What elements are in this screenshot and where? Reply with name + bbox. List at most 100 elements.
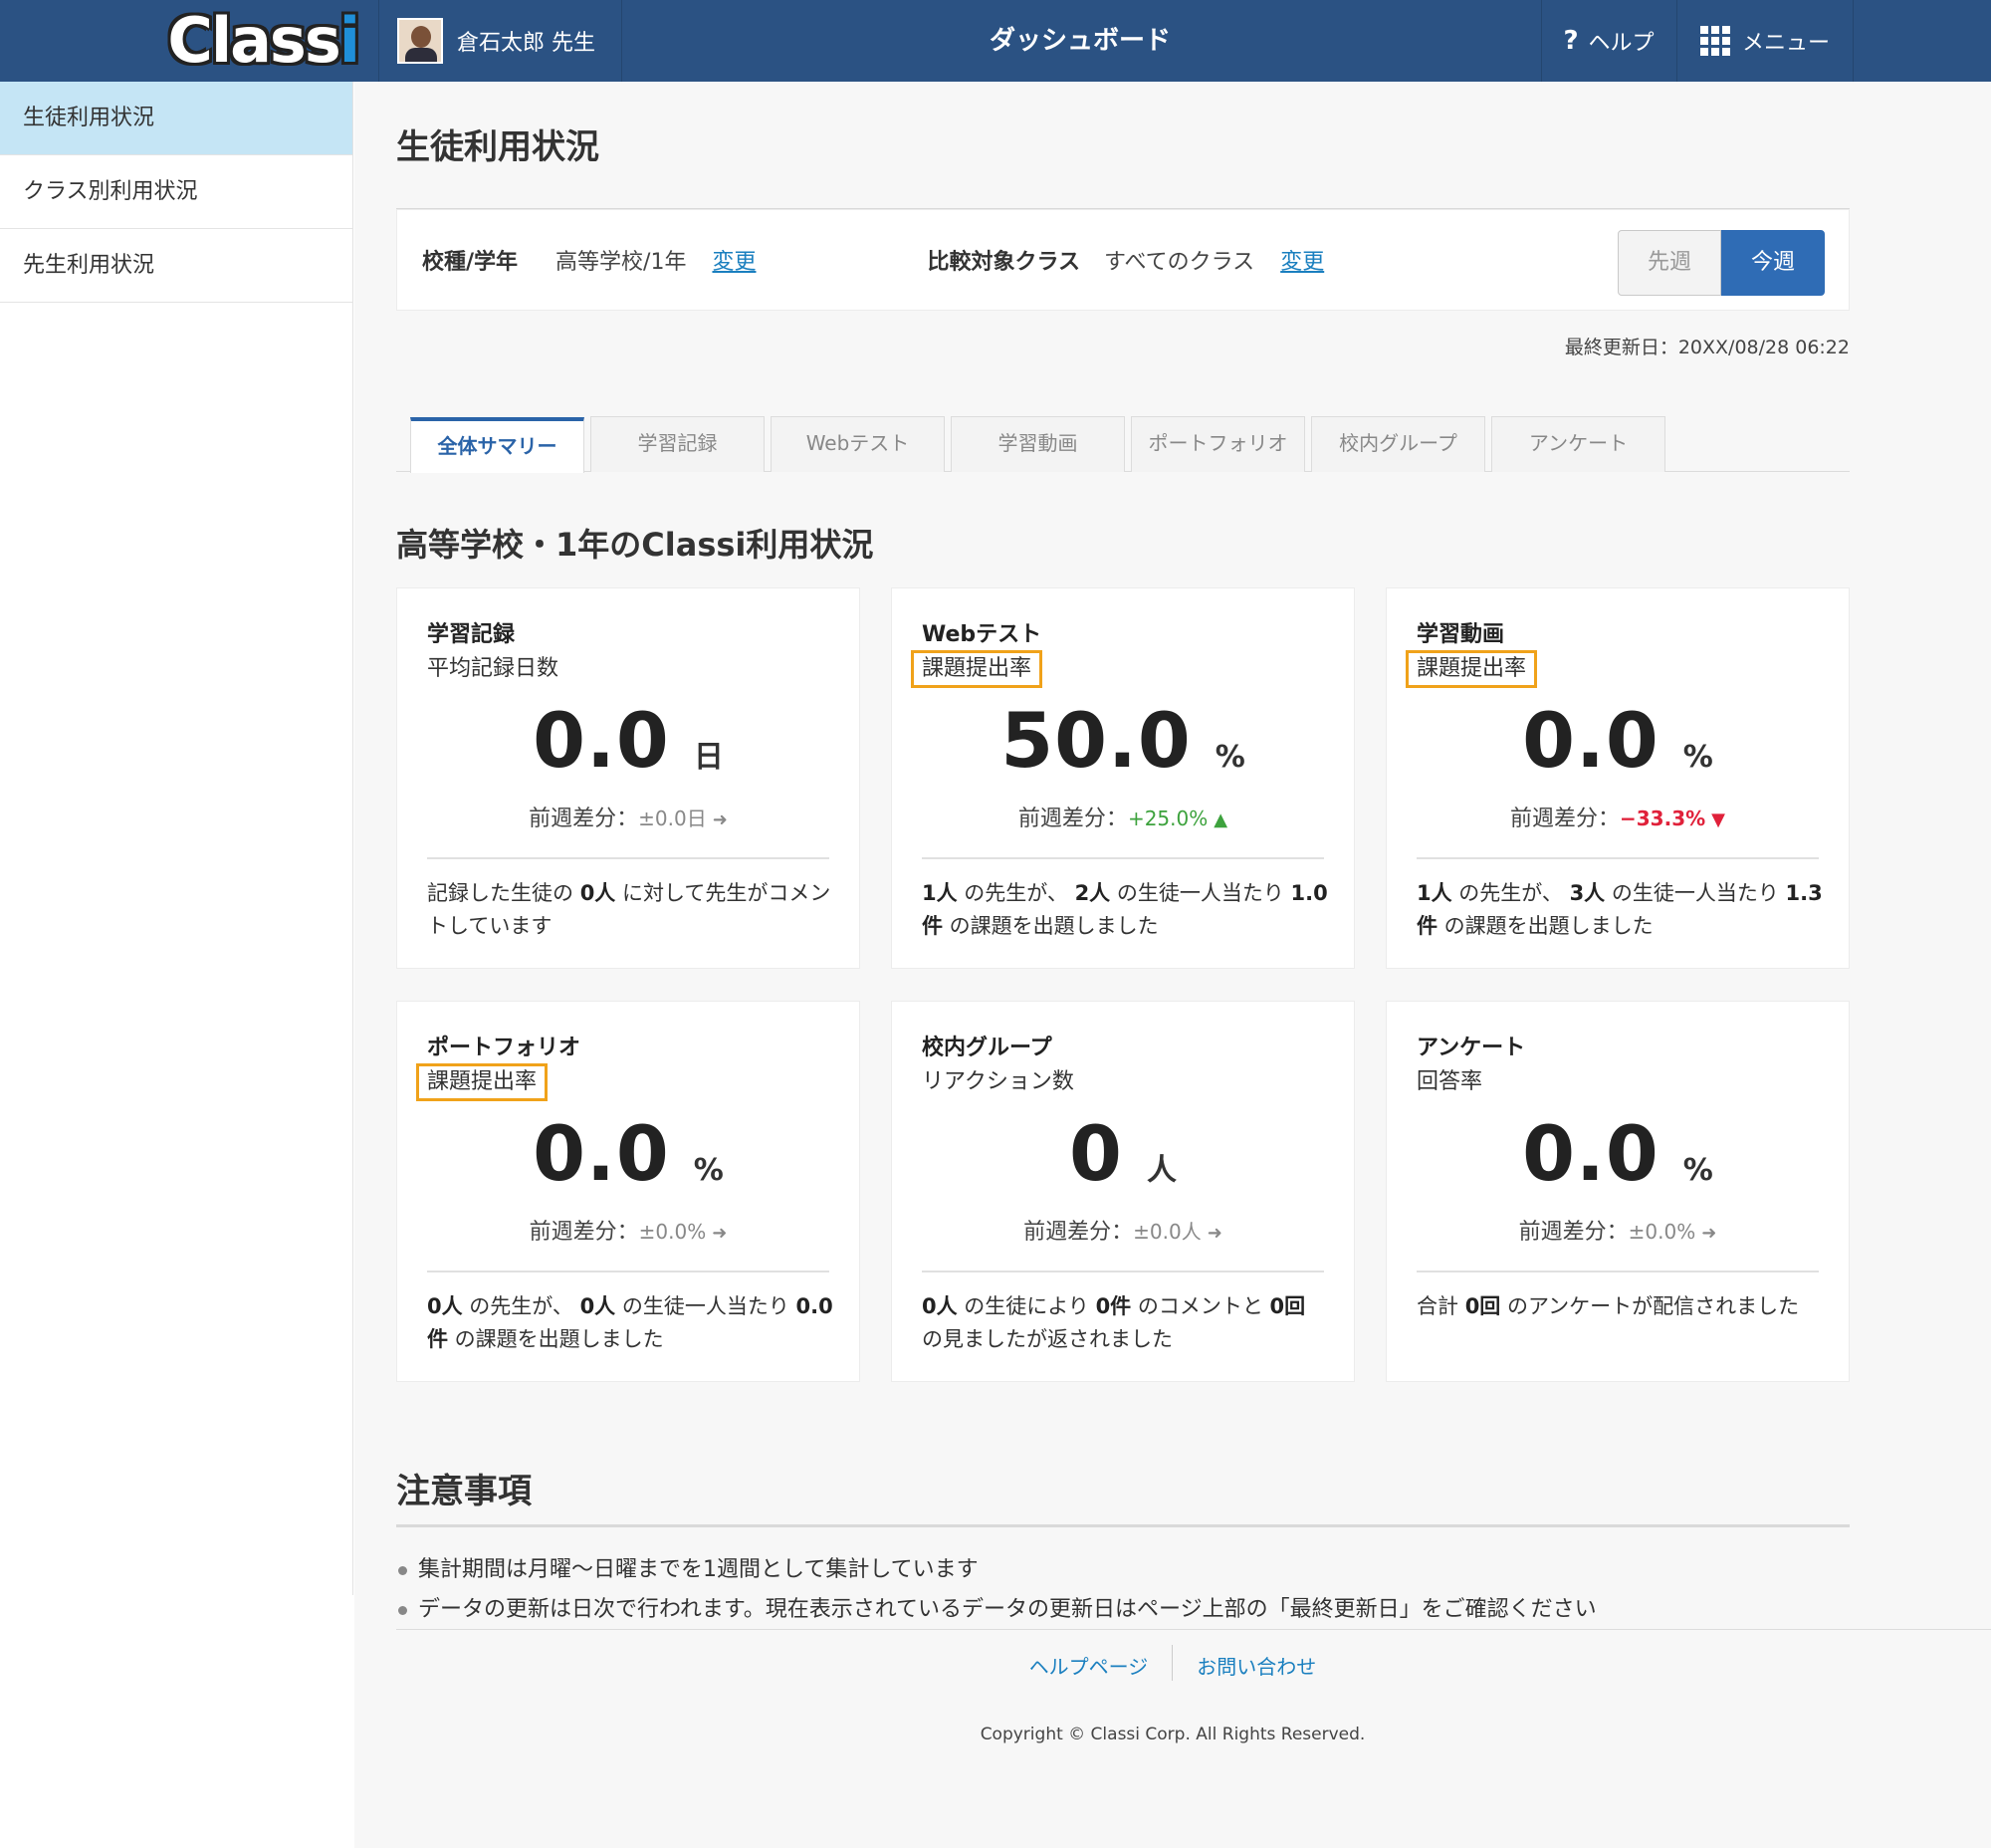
card-school-group: 校内グループ リアクション数 0 人 前週差分：±0.0人 ➜ 0人 の生徒により… — [891, 1001, 1355, 1382]
metric-value: 0.0 — [1522, 1109, 1659, 1198]
grid-icon — [1699, 26, 1730, 56]
card-description: 合計 0回 のアンケートが配信されました — [1417, 1294, 1800, 1318]
tab-study-record[interactable]: 学習記録 — [590, 416, 765, 472]
card-divider — [427, 1270, 829, 1272]
card-metric: 0.0 % — [1387, 696, 1849, 785]
card-subtitle: リアクション数 — [922, 1069, 1074, 1094]
card-title: アンケート — [1417, 1036, 1526, 1060]
card-description: 0人 の生徒により 0件 のコメントと 0回 の見ましたが返されました — [922, 1294, 1306, 1351]
summary-cards: 学習記録 平均記録日数 0.0 日 前週差分：±0.0日 ➜ 記録した生徒の 0人… — [396, 587, 1850, 1382]
prev-week-button[interactable]: 先週 — [1618, 230, 1721, 296]
card-divider — [1417, 1270, 1819, 1272]
this-week-button[interactable]: 今週 — [1721, 230, 1825, 296]
card-subtitle: 課題提出率 — [911, 650, 1043, 688]
card-description: 1人 の先生が、 2人 の生徒一人当たり 1.0件 の課題を出題しました — [922, 881, 1328, 938]
tab-web-test[interactable]: Webテスト — [771, 416, 945, 472]
section-heading-text: 生徒利用状況 — [396, 127, 599, 167]
menu-button[interactable]: メニュー — [1676, 0, 1854, 82]
card-title: 学習記録 — [427, 622, 516, 647]
card-divider — [1417, 857, 1819, 859]
compare-class-value: すべてのクラス — [1104, 250, 1255, 275]
card-subtitle: 課題提出率 — [416, 1063, 549, 1101]
diff-label: 前週差分： — [529, 807, 639, 831]
sidebar-item-class-usage[interactable]: クラス別利用状況 — [0, 155, 352, 229]
diff-label: 前週差分： — [529, 1220, 639, 1245]
tab-bar: 全体サマリー 学習記録 Webテスト 学習動画 ポートフォリオ 校内グループ ア… — [396, 416, 1850, 473]
tab-summary[interactable]: 全体サマリー — [410, 417, 584, 473]
footer-divider — [396, 1629, 1991, 1630]
metric-value: 0 — [1069, 1109, 1123, 1198]
arrow-up-icon: ▲ — [1214, 809, 1228, 830]
page-title: ダッシュボード — [989, 26, 1171, 56]
week-diff: 前週差分：±0.0人 ➜ — [892, 1214, 1354, 1246]
arrow-down-icon: ▼ — [1711, 809, 1725, 830]
metric-unit: % — [1682, 1153, 1713, 1188]
card-study-video: 学習動画 課題提出率 0.0 % 前週差分：−33.3% ▼ 1人 の先生が、 3… — [1386, 587, 1850, 969]
card-title: 学習動画 — [1417, 622, 1505, 647]
compare-class-label: 比較対象クラス — [927, 250, 1081, 275]
diff-label: 前週差分： — [1017, 807, 1128, 831]
card-description: 0人 の先生が、 0人 の生徒一人当たり 0.0件 の課題を出題しました — [427, 1294, 833, 1351]
week-diff: 前週差分：±0.0% ➜ — [1387, 1214, 1849, 1246]
tab-study-video[interactable]: 学習動画 — [951, 416, 1125, 472]
metric-value: 0.0 — [533, 696, 670, 785]
change-compare-link[interactable]: 変更 — [1280, 244, 1324, 276]
user-profile[interactable]: 倉石太郎 先生 — [378, 0, 622, 82]
help-icon: ? — [1563, 26, 1579, 56]
metric-unit: % — [1682, 740, 1713, 775]
metric-value: 0.0 — [533, 1109, 670, 1198]
card-description: 記録した生徒の 0人 に対して先生がコメントしています — [427, 881, 831, 938]
tab-portfolio[interactable]: ポートフォリオ — [1131, 416, 1305, 472]
contact-link[interactable]: お問い合わせ — [1173, 1645, 1340, 1686]
card-divider — [922, 1270, 1324, 1272]
week-diff: 前週差分：±0.0日 ➜ — [397, 801, 859, 832]
sidebar-item-teacher-usage[interactable]: 先生利用状況 — [0, 229, 352, 303]
diff-value: ±0.0人 — [1133, 1220, 1202, 1244]
avatar — [397, 18, 443, 64]
copyright: Copyright © Classi Corp. All Rights Rese… — [980, 1725, 1366, 1744]
card-subtitle: 回答率 — [1417, 1069, 1483, 1094]
help-label: ヘルプ — [1588, 31, 1655, 56]
metric-value: 50.0 — [1000, 696, 1192, 785]
menu-label: メニュー — [1741, 31, 1830, 56]
help-button[interactable]: ? ヘルプ — [1541, 0, 1675, 82]
notes-list: 集計期間は月曜〜日曜までを1週間として集計しています データの更新は日次で行われ… — [396, 1550, 1850, 1630]
tab-survey[interactable]: アンケート — [1491, 416, 1665, 472]
week-diff: 前週差分：±0.0% ➜ — [397, 1214, 859, 1246]
sidebar: 生徒利用状況 クラス別利用状況 先生利用状況 — [0, 82, 353, 1595]
top-bar: Classi 倉石太郎 先生 ダッシュボード ? ヘルプ メニュー — [0, 0, 1991, 82]
change-school-link[interactable]: 変更 — [712, 244, 756, 276]
school-grade-label: 校種/学年 — [422, 250, 519, 275]
metric-unit: % — [1215, 740, 1245, 775]
diff-label: 前週差分： — [1509, 807, 1620, 831]
week-diff: 前週差分：−33.3% ▼ — [1387, 801, 1849, 832]
diff-value: ±0.0% — [1628, 1220, 1696, 1244]
card-survey: アンケート 回答率 0.0 % 前週差分：±0.0% ➜ 合計 0回 のアンケート… — [1386, 1001, 1850, 1382]
diff-label: 前週差分： — [1518, 1220, 1629, 1245]
help-page-link[interactable]: ヘルプページ — [1005, 1645, 1173, 1686]
metric-unit: % — [693, 1153, 724, 1188]
user-name: 倉石太郎 先生 — [457, 31, 595, 56]
sidebar-item-student-usage[interactable]: 生徒利用状況 — [0, 82, 352, 155]
arrow-right-icon: ➜ — [1207, 1223, 1222, 1244]
list-item: データの更新は日次で行われます。現在表示されているデータの更新日はページ上部の「… — [396, 1590, 1850, 1630]
filter-bar: 校種/学年 高等学校/1年 変更 比較対象クラス すべてのクラス 変更 先週 今… — [396, 209, 1850, 311]
card-metric: 50.0 % — [892, 696, 1354, 785]
diff-label: 前週差分： — [1023, 1220, 1134, 1245]
footer-links: ヘルプページ お問い合わせ — [354, 1645, 1991, 1686]
card-study-record: 学習記録 平均記録日数 0.0 日 前週差分：±0.0日 ➜ 記録した生徒の 0人… — [396, 587, 860, 969]
card-divider — [922, 857, 1324, 859]
notes-heading: 注意事項 — [396, 1464, 1850, 1527]
diff-value: +25.0% — [1127, 807, 1209, 830]
card-subtitle: 平均記録日数 — [427, 656, 559, 681]
week-diff: 前週差分：+25.0% ▲ — [892, 801, 1354, 832]
card-metric: 0 人 — [892, 1109, 1354, 1198]
tab-school-group[interactable]: 校内グループ — [1311, 416, 1485, 472]
school-grade-value: 高等学校/1年 — [555, 250, 687, 275]
arrow-right-icon: ➜ — [712, 809, 728, 830]
card-web-test: Webテスト 課題提出率 50.0 % 前週差分：+25.0% ▲ 1人 の先生が… — [891, 587, 1355, 969]
diff-value: ±0.0日 — [638, 807, 707, 830]
main-content: 生徒利用状況 校種/学年 高等学校/1年 変更 比較対象クラス すべてのクラス … — [354, 82, 1991, 1848]
summary-heading: 高等学校・1年のClassi利用状況 — [396, 526, 874, 564]
logo[interactable]: Classi — [0, 0, 376, 82]
